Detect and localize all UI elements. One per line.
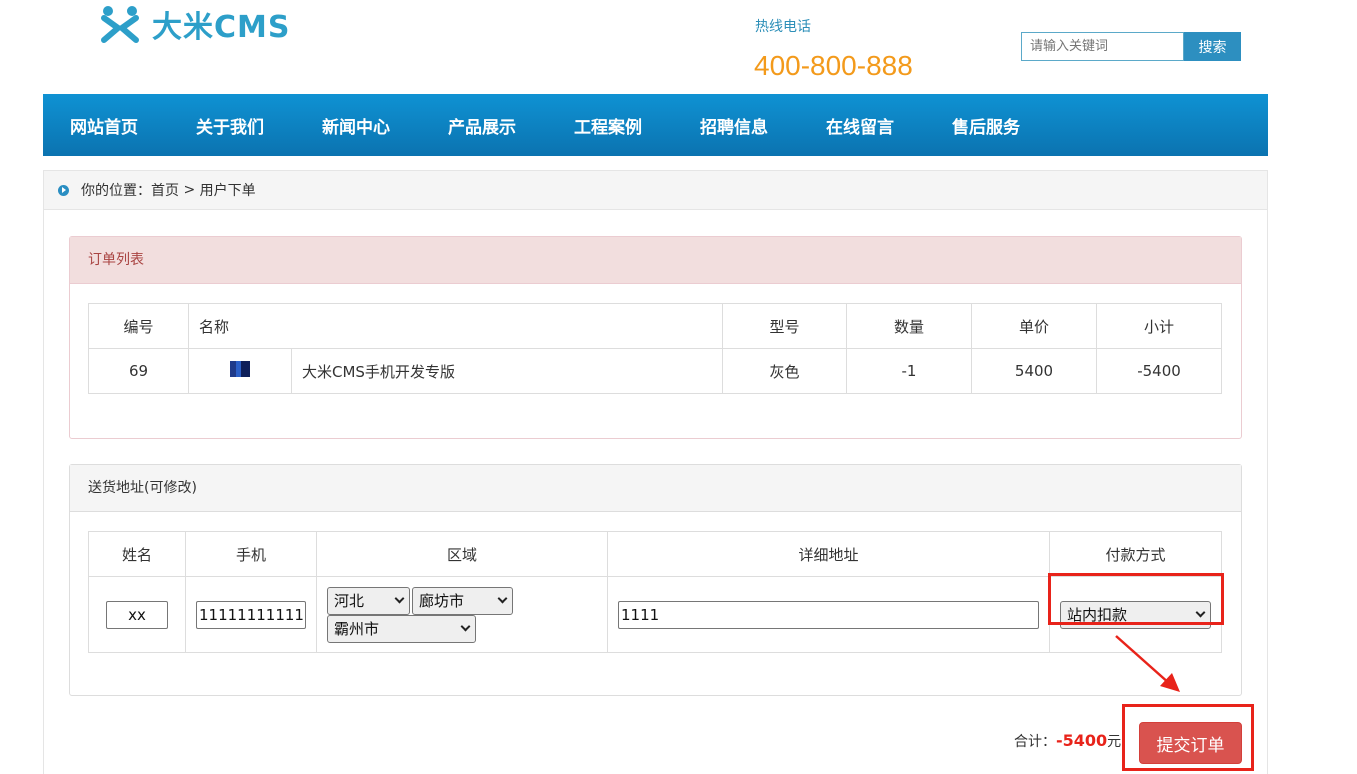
logo-icon xyxy=(100,4,140,44)
order-table: 编号 名称 型号 数量 单价 小计 69 大米CMS手机开发专版 灰色 -1 5… xyxy=(88,303,1222,394)
col-phone: 手机 xyxy=(185,531,317,577)
nav-item-cases[interactable]: 工程案例 xyxy=(574,113,673,138)
nav-item-about[interactable]: 关于我们 xyxy=(196,113,295,138)
logo-text: 大米CMS xyxy=(152,10,291,45)
chevron-down-icon xyxy=(394,593,405,604)
shipping-address-title: 送货地址(可修改) xyxy=(70,465,1241,512)
phone-input[interactable] xyxy=(196,600,306,629)
district-select[interactable]: 霸州市 xyxy=(327,614,476,643)
nav-item-home[interactable]: 网站首页 xyxy=(70,113,169,138)
site-logo[interactable]: 大米CMS xyxy=(100,4,291,45)
nav-item-news[interactable]: 新闻中心 xyxy=(322,113,421,138)
payment-highlight-box xyxy=(1048,573,1224,625)
breadcrumb-home-link[interactable]: 首页 xyxy=(151,180,179,200)
product-subtotal: -5400 xyxy=(1096,348,1222,394)
main-nav: 网站首页 关于我们 新闻中心 产品展示 工程案例 招聘信息 在线留言 售后服务 xyxy=(43,94,1268,156)
order-list-panel: 订单列表 编号 名称 型号 数量 单价 小计 69 大米CMS手机开发专版 灰色… xyxy=(69,236,1242,439)
nav-item-service[interactable]: 售后服务 xyxy=(952,113,1051,138)
nav-item-message[interactable]: 在线留言 xyxy=(826,113,925,138)
col-name: 名称 xyxy=(188,303,723,349)
total-amount: -5400 xyxy=(1056,731,1108,750)
col-payment: 付款方式 xyxy=(1049,531,1222,577)
product-name[interactable]: 大米CMS手机开发专版 xyxy=(291,348,723,394)
product-thumbnail[interactable] xyxy=(230,361,250,377)
breadcrumb-label: 你的位置： xyxy=(81,183,151,199)
province-select[interactable]: 河北 xyxy=(327,586,410,615)
breadcrumb-current: 用户下单 xyxy=(199,183,256,199)
chevron-down-icon xyxy=(460,621,471,632)
submit-order-button[interactable]: 提交订单 xyxy=(1139,722,1242,764)
order-id: 69 xyxy=(88,348,189,394)
col-address: 详细地址 xyxy=(607,531,1050,577)
col-price: 单价 xyxy=(971,303,1097,349)
recipient-name-cell xyxy=(88,576,186,653)
order-total: 合计：-5400元 xyxy=(1014,731,1121,751)
address-cell xyxy=(607,576,1050,653)
phone-cell xyxy=(185,576,317,653)
city-select[interactable]: 廊坊市 xyxy=(412,586,513,615)
col-qty: 数量 xyxy=(846,303,972,349)
product-thumbnail-cell xyxy=(188,348,292,394)
total-label: 合计： xyxy=(1014,734,1056,750)
hotline-number: 400-800-888 xyxy=(754,50,913,81)
total-unit: 元 xyxy=(1107,734,1122,750)
col-region: 区域 xyxy=(316,531,608,577)
address-input[interactable] xyxy=(618,600,1039,629)
breadcrumb-separator: > xyxy=(179,182,200,198)
product-qty: -1 xyxy=(846,348,972,394)
province-value: 河北 xyxy=(334,592,365,610)
chevron-down-icon xyxy=(497,593,508,604)
product-model: 灰色 xyxy=(722,348,847,394)
col-model: 型号 xyxy=(722,303,847,349)
product-price: 5400 xyxy=(971,348,1097,394)
recipient-name-input[interactable] xyxy=(106,600,168,629)
hotline-label: 热线电话 xyxy=(755,19,811,35)
nav-item-products[interactable]: 产品展示 xyxy=(448,113,547,138)
address-table-header: 姓名 手机 区域 详细地址 付款方式 xyxy=(88,531,1222,577)
nav-item-jobs[interactable]: 招聘信息 xyxy=(700,113,799,138)
col-recipient-name: 姓名 xyxy=(88,531,186,577)
city-value: 廊坊市 xyxy=(419,592,465,610)
search-button[interactable]: 搜索 xyxy=(1184,32,1241,61)
district-value: 霸州市 xyxy=(334,620,380,638)
arrow-circle-icon xyxy=(58,184,69,196)
col-id: 编号 xyxy=(88,303,189,349)
col-subtotal: 小计 xyxy=(1096,303,1222,349)
page: 大米CMS 热线电话 400-800-888 搜索 网站首页 关于我们 新闻中心… xyxy=(0,0,1357,774)
order-list-title: 订单列表 xyxy=(70,237,1241,284)
search-input[interactable] xyxy=(1021,32,1184,61)
order-table-header: 编号 名称 型号 数量 单价 小计 xyxy=(88,303,1222,349)
table-row: 69 大米CMS手机开发专版 灰色 -1 5400 -5400 xyxy=(88,348,1222,394)
breadcrumb: 你的位置： 首页 > 用户下单 xyxy=(43,170,1268,210)
region-cell: 河北 廊坊市 霸州市 xyxy=(316,576,608,653)
